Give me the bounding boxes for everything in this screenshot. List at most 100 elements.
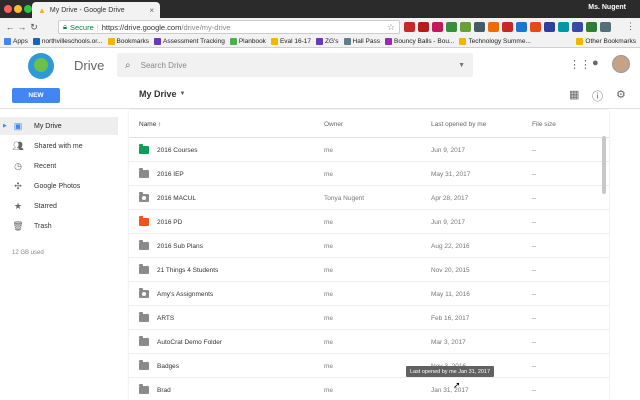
table-row[interactable]: 2016 IEP me May 31, 2017 -- <box>129 162 609 186</box>
file-owner: Tonya Nugent <box>324 195 365 202</box>
table-row[interactable]: AutoCrat Demo Folder me Mar 3, 2017 -- <box>129 330 609 354</box>
file-owner: me <box>324 171 334 178</box>
file-owner: me <box>324 219 334 226</box>
file-last-opened: Aug 22, 2016 <box>431 243 470 250</box>
sidebar-item-shared-with-me[interactable]: 👥︎ Shared with me <box>0 137 118 155</box>
file-name: 2016 IEP <box>157 171 184 178</box>
extension-icon[interactable] <box>488 22 499 32</box>
browser-profile-name[interactable]: Ms. Nugent <box>588 4 626 11</box>
grid-view-icon[interactable]: ▦ <box>569 88 579 101</box>
file-name: Badges <box>157 363 180 370</box>
info-icon[interactable]: ⓘ <box>592 88 603 104</box>
sidebar-item-my-drive[interactable]: ▶ ▣ My Drive <box>0 117 118 135</box>
bookmark-item[interactable]: Hall Pass <box>343 38 380 45</box>
sidebar-item-recent[interactable]: ◷ Recent <box>0 157 118 175</box>
file-name: 2016 MACUL <box>157 195 197 202</box>
people-icon: 👥︎ <box>12 140 24 151</box>
file-owner: me <box>324 267 334 274</box>
zoom-window-button[interactable] <box>24 5 32 13</box>
minimize-window-button[interactable] <box>14 5 22 13</box>
close-window-button[interactable] <box>4 5 12 13</box>
sidebar-item-starred[interactable]: ★ Starred <box>0 197 118 215</box>
sidebar-item-label: Starred <box>34 202 57 210</box>
search-input[interactable]: ⌕ Search Drive ▼ <box>117 53 473 77</box>
forward-icon[interactable]: → <box>16 22 28 32</box>
shared-folder-icon <box>139 192 149 202</box>
file-name: 2016 Courses <box>157 147 198 154</box>
table-row[interactable]: Amy's Assignments me May 11, 2016 -- <box>129 282 609 306</box>
extension-icon[interactable] <box>418 22 429 32</box>
reload-icon[interactable]: ↻ <box>28 22 40 33</box>
table-row[interactable]: ARTS me Feb 16, 2017 -- <box>129 306 609 330</box>
file-size: -- <box>532 339 537 346</box>
table-row[interactable]: 2016 Courses me Jun 9, 2017 -- <box>129 138 609 162</box>
settings-icon[interactable]: ⚙ <box>616 88 626 101</box>
extension-icon[interactable] <box>544 22 555 32</box>
file-name: Brad <box>157 387 171 394</box>
expand-caret-icon[interactable]: ▶ <box>3 123 7 129</box>
bookmark-star-icon[interactable]: ☆ <box>387 22 395 33</box>
bookmark-item[interactable]: Bouncy Balls - Bou... <box>385 38 454 45</box>
breadcrumb[interactable]: My Drive ▼ <box>139 89 185 99</box>
scrollbar-thumb[interactable] <box>602 136 606 194</box>
file-size: -- <box>532 171 537 178</box>
file-last-opened: Apr 28, 2017 <box>431 195 469 202</box>
file-name: 2016 Sub Plans <box>157 243 203 250</box>
sidebar-item-google-photos[interactable]: ✣ Google Photos <box>0 177 118 195</box>
extension-icon[interactable] <box>572 22 583 32</box>
sidebar-item-trash[interactable]: 🗑︎ Trash <box>0 217 118 235</box>
extension-icon[interactable] <box>432 22 443 32</box>
column-header-row: Name ↑ Owner Last opened by me File size <box>129 110 609 138</box>
search-options-icon[interactable]: ▼ <box>458 62 465 69</box>
secure-label: Secure <box>70 22 94 32</box>
file-last-opened: Jan 31, 2017 <box>431 387 469 394</box>
drive-logo-icon[interactable] <box>28 53 54 79</box>
sidebar-item-label: My Drive <box>34 122 62 130</box>
column-header-last-opened[interactable]: Last opened by me <box>431 121 486 128</box>
bookmark-item[interactable]: Eval 16-17 <box>270 38 311 45</box>
browser-menu-icon[interactable]: ⋮ <box>626 21 635 32</box>
table-row[interactable]: BadgesmeNov 3, 2016-- <box>129 354 609 378</box>
table-row[interactable]: 21 Things 4 Students me Nov 20, 2015 -- <box>129 258 609 282</box>
bookmark-item[interactable]: Apps <box>4 38 28 45</box>
table-row[interactable]: Brad me Jan 31, 2017 -- <box>129 378 609 400</box>
extension-icon[interactable] <box>530 22 541 32</box>
bookmark-item[interactable]: Technology Summe... <box>459 38 531 45</box>
column-header-name[interactable]: Name ↑ <box>139 121 161 128</box>
app-name[interactable]: Drive <box>74 58 104 73</box>
bookmark-item[interactable]: Planbook <box>229 38 266 45</box>
bookmark-item[interactable]: Bookmarks <box>107 38 149 45</box>
table-row[interactable]: 2016 PD me Jun 9, 2017 -- <box>129 210 609 234</box>
address-bar[interactable]: 🔒︎ Secure | https://drive.google.com/dri… <box>58 20 400 34</box>
extension-icon[interactable] <box>474 22 485 32</box>
back-icon[interactable]: ← <box>4 22 16 32</box>
extension-icon[interactable] <box>586 22 597 32</box>
bookmark-item[interactable]: Assessment Tracking <box>154 38 225 45</box>
new-button[interactable]: NEW <box>12 88 60 103</box>
drive-favicon-icon: ▲ <box>38 5 46 15</box>
apps-grid-icon[interactable]: ⋮⋮ <box>569 58 591 71</box>
extension-icon[interactable] <box>446 22 457 32</box>
bookmark-item[interactable]: northvilleschools.or... <box>32 38 103 45</box>
storage-usage[interactable]: 12 GB used <box>12 250 44 256</box>
table-row[interactable]: 2016 Sub Plans me Aug 22, 2016 -- <box>129 234 609 258</box>
avatar[interactable] <box>612 55 630 73</box>
extension-icon[interactable] <box>558 22 569 32</box>
apps-icon <box>4 38 11 45</box>
file-owner: me <box>324 243 334 250</box>
extension-icon[interactable] <box>460 22 471 32</box>
extension-icon[interactable] <box>502 22 513 32</box>
bookmark-favicon-icon <box>316 38 324 45</box>
extension-icon[interactable] <box>600 22 611 32</box>
browser-tab[interactable]: ▲ My Drive - Google Drive × <box>32 2 160 18</box>
close-tab-icon[interactable]: × <box>149 6 154 15</box>
extension-icon[interactable] <box>404 22 415 32</box>
table-row[interactable]: 2016 MACUL Tonya Nugent Apr 28, 2017 -- <box>129 186 609 210</box>
file-size: -- <box>532 243 537 250</box>
bookmark-favicon-icon <box>154 38 162 45</box>
notifications-icon[interactable]: ● <box>592 57 599 69</box>
bookmark-item[interactable]: ZG's <box>316 38 339 45</box>
sidebar-item-label: Shared with me <box>34 142 83 150</box>
extension-icon[interactable] <box>516 22 527 32</box>
other-bookmarks[interactable]: Other Bookmarks <box>572 38 636 45</box>
